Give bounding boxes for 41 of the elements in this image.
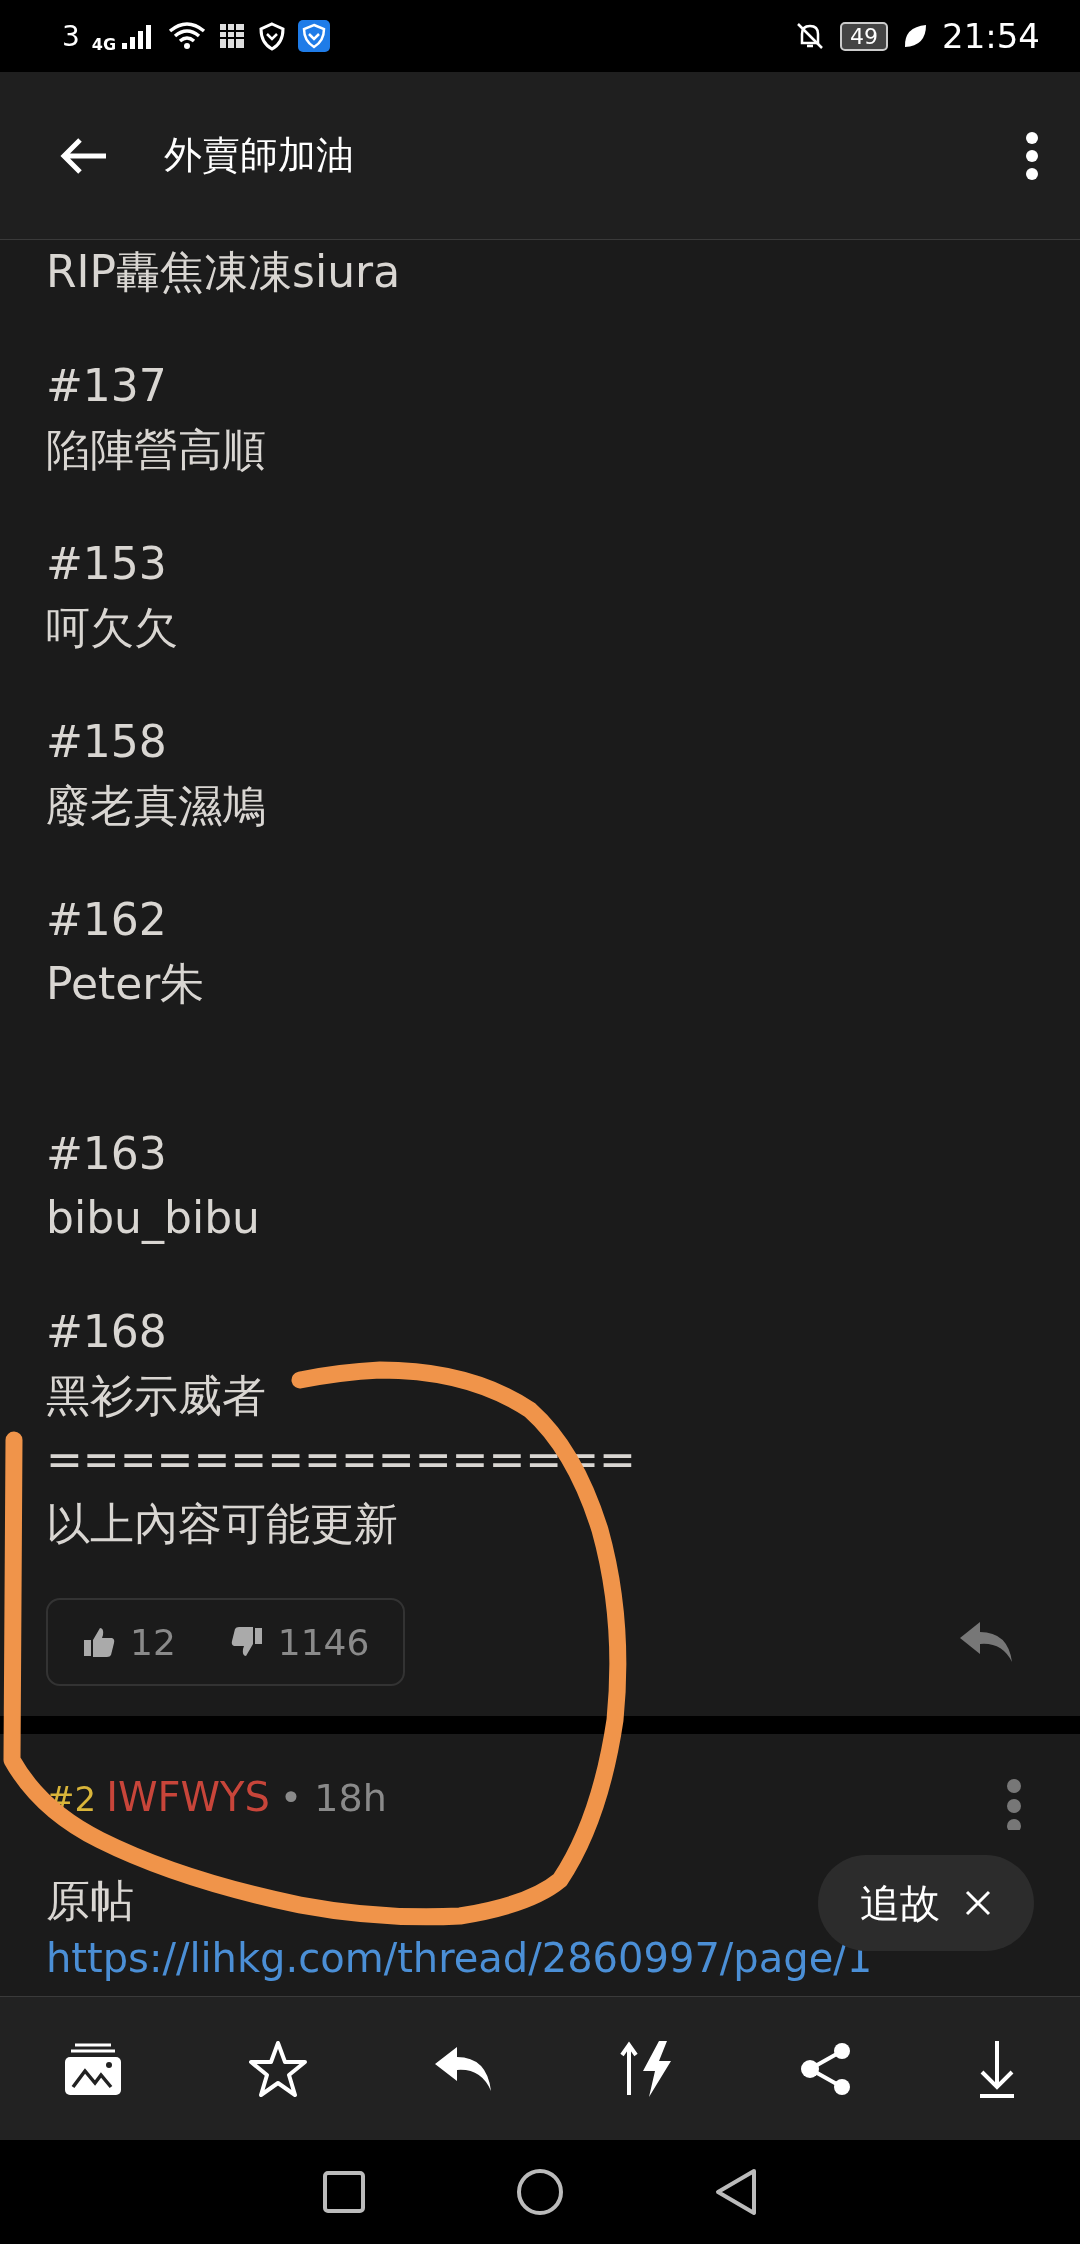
- thumbs-up-icon[interactable]: [82, 1625, 116, 1659]
- battery-indicator: 49: [840, 21, 888, 51]
- star-icon[interactable]: [248, 2040, 308, 2098]
- entry-name: 黑衫示威者: [46, 1369, 266, 1423]
- post-text: RIP轟焦凍凍siura: [46, 245, 402, 299]
- network-label: 4G: [91, 34, 117, 54]
- entry-number: #168: [46, 1305, 167, 1359]
- gallery-icon[interactable]: [62, 2041, 123, 2097]
- entry-name: 陷陣營高順: [46, 423, 266, 477]
- author-name[interactable]: IWFWYS: [106, 1774, 270, 1820]
- entry-number: #153: [46, 537, 167, 591]
- thumbs-down-icon[interactable]: [229, 1625, 264, 1659]
- share-icon[interactable]: [799, 2041, 852, 2097]
- grid-icon: [218, 21, 247, 51]
- close-icon[interactable]: [964, 1889, 992, 1917]
- recents-icon[interactable]: [322, 2170, 366, 2214]
- post-text: 以上內容可能更新: [46, 1497, 399, 1551]
- clock: 21:54: [942, 16, 1040, 56]
- page-title: 外賣師加油: [164, 132, 354, 179]
- leaf-icon: [902, 22, 928, 50]
- back-arrow-icon[interactable]: [58, 135, 108, 176]
- shield-icon: [258, 21, 287, 51]
- post-text: 原帖: [46, 1874, 134, 1928]
- more-icon[interactable]: [1024, 129, 1040, 182]
- post-age: • 18h: [279, 1776, 387, 1820]
- entry-number: #137: [46, 359, 167, 413]
- entry-name: Peter朱: [46, 957, 205, 1011]
- shield-icon: [298, 20, 331, 52]
- entry-number: #163: [46, 1127, 167, 1181]
- back-icon[interactable]: [714, 2168, 758, 2216]
- entry-name: bibu_bibu: [46, 1191, 260, 1246]
- sim-label: 3: [62, 19, 80, 53]
- entry-name: 呵欠欠: [46, 601, 178, 655]
- entry-name: 廢老真濕鳩: [46, 779, 266, 833]
- wifi-icon: [168, 21, 207, 51]
- dislike-count: 1146: [277, 1621, 370, 1663]
- entry-number: #158: [46, 715, 167, 769]
- entry-number: #162: [46, 893, 167, 947]
- home-icon[interactable]: [516, 2168, 564, 2216]
- reply-icon[interactable]: [433, 2045, 494, 2093]
- like-count: 12: [130, 1621, 176, 1663]
